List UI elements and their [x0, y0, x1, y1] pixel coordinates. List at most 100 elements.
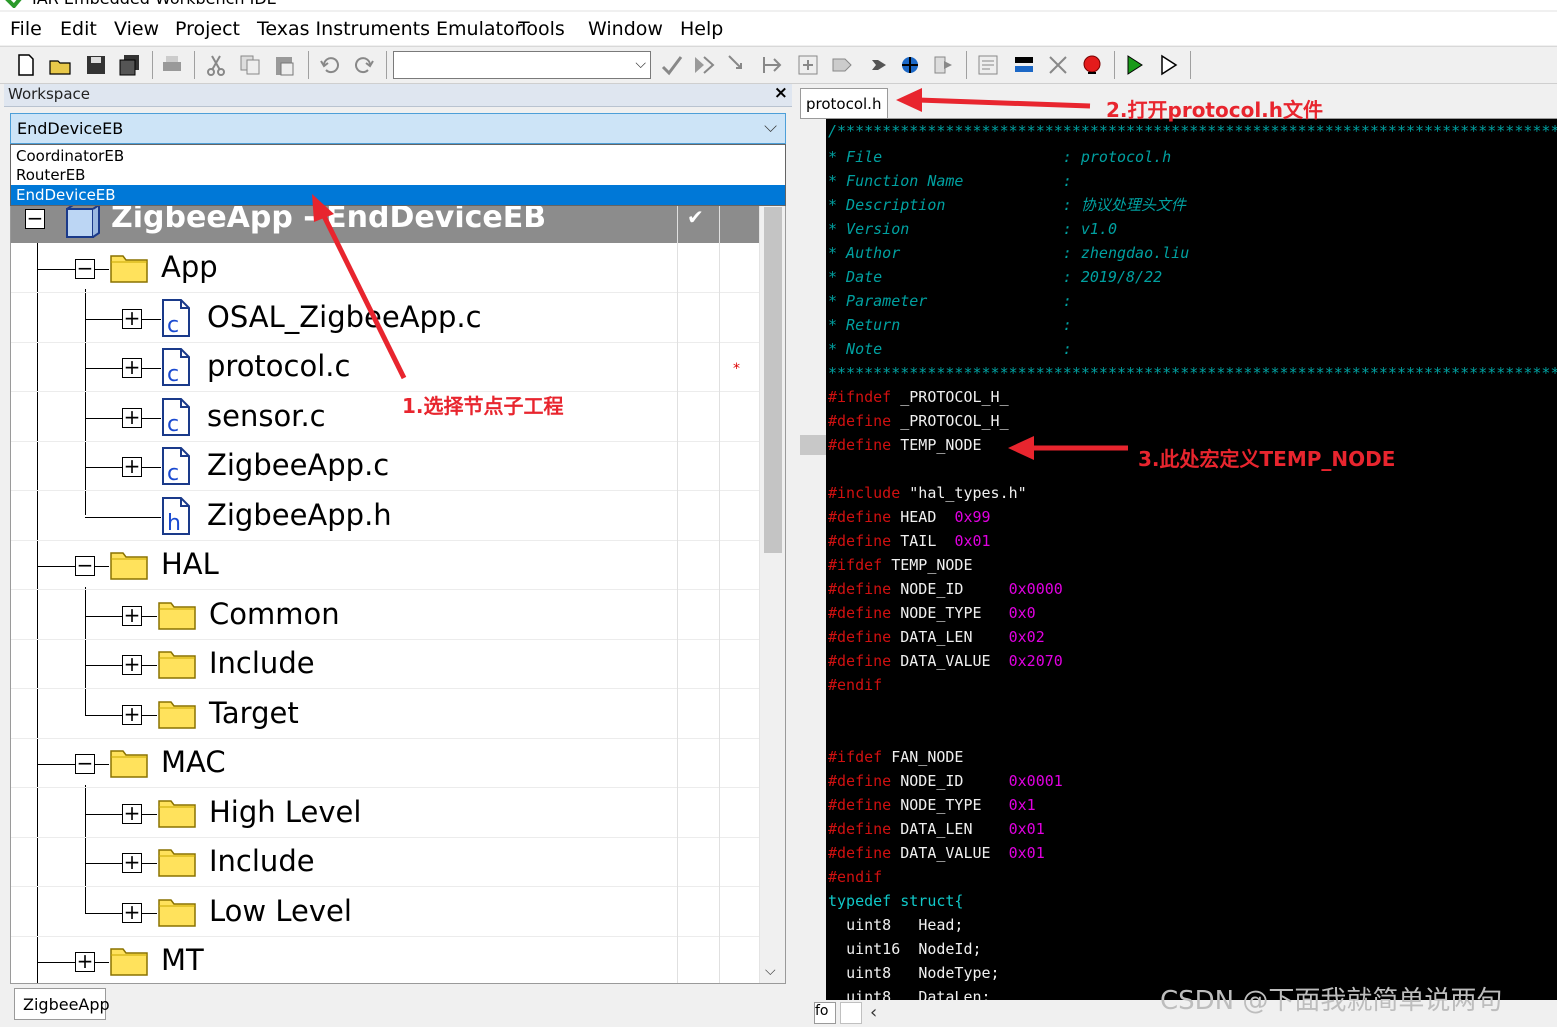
new-file-icon[interactable]: [14, 53, 38, 77]
menu-tools[interactable]: Tools: [518, 18, 565, 40]
save-all-icon[interactable]: [118, 53, 142, 77]
menu-view[interactable]: View: [114, 18, 159, 40]
tree-line: [142, 813, 157, 815]
menu-ti-emulator[interactable]: Texas Instruments Emulator: [257, 18, 522, 40]
file-zigbeeapp-c[interactable]: ZigbeeApp.c: [207, 448, 389, 482]
modified-marker: *: [733, 361, 740, 377]
navigate-icon[interactable]: [760, 53, 784, 77]
expand-icon[interactable]: +: [122, 355, 142, 379]
paste-icon[interactable]: [272, 53, 296, 77]
config-option-coordinator[interactable]: CoordinatorEB: [11, 146, 785, 166]
collapse-icon[interactable]: −: [75, 256, 95, 280]
open-folder-icon[interactable]: [48, 53, 72, 77]
collapse-icon[interactable]: −: [75, 751, 95, 775]
find-combo[interactable]: ⌵: [393, 51, 651, 79]
file-osal-zigbeeapp-c[interactable]: OSAL_ZigbeeApp.c: [207, 300, 482, 334]
svg-text:c: c: [167, 461, 179, 486]
tree-line: [85, 714, 122, 716]
expand-icon[interactable]: +: [122, 454, 142, 478]
print-icon[interactable]: [160, 53, 184, 77]
folder-app[interactable]: App: [161, 250, 218, 284]
code-area[interactable]: /***************************************…: [828, 119, 1557, 1000]
code-line-temp-node-define: #define TEMP_NODE: [828, 436, 982, 454]
save-icon[interactable]: [84, 53, 108, 77]
folder-hal[interactable]: HAL: [161, 547, 219, 581]
cut-icon[interactable]: [204, 53, 228, 77]
code-line: * Description : 协议处理头文件: [828, 196, 1186, 214]
disassembly-icon[interactable]: [976, 53, 1000, 77]
go-icon[interactable]: [1124, 53, 1148, 77]
next-bookmark-icon[interactable]: [692, 53, 716, 77]
toolbar-separator: [308, 51, 309, 79]
expand-icon[interactable]: +: [122, 603, 142, 627]
row-divider: [11, 737, 759, 739]
file-protocol-c[interactable]: protocol.c: [207, 349, 350, 383]
folder-mac[interactable]: MAC: [161, 745, 226, 779]
chevron-down-icon[interactable]: ⌵: [765, 963, 776, 979]
folder-mt[interactable]: MT: [161, 943, 204, 977]
config-option-router[interactable]: RouterEB: [11, 165, 785, 185]
make-icon[interactable]: [830, 53, 854, 77]
expand-icon[interactable]: +: [122, 652, 142, 676]
copy-icon[interactable]: [238, 53, 262, 77]
debug-without-download-icon[interactable]: [932, 53, 956, 77]
menu-window[interactable]: Window: [588, 18, 663, 40]
expand-icon[interactable]: +: [122, 405, 142, 429]
folder-low-level[interactable]: Low Level: [209, 894, 352, 928]
stop-build-icon[interactable]: [864, 53, 888, 77]
expand-icon[interactable]: +: [122, 702, 142, 726]
compile-icon[interactable]: [796, 53, 820, 77]
toolbar-separator: [1114, 51, 1115, 79]
folder-common[interactable]: Common: [209, 597, 340, 631]
toggle-bookmark-icon[interactable]: [660, 53, 684, 77]
tree-line: [95, 962, 109, 963]
config-select[interactable]: EndDeviceEB ⌵: [10, 113, 786, 144]
expand-icon[interactable]: +: [122, 306, 142, 330]
folder-mac-include[interactable]: Include: [209, 844, 315, 878]
chevron-left-icon[interactable]: ‹: [870, 1002, 877, 1023]
collapse-icon[interactable]: −: [25, 206, 45, 230]
folder-target[interactable]: Target: [209, 696, 299, 730]
menu-edit[interactable]: Edit: [60, 18, 97, 40]
code-line: uint8 NodeType;: [846, 964, 1000, 982]
expand-icon[interactable]: +: [122, 900, 142, 924]
tree-scrollbar[interactable]: ⌵: [759, 197, 785, 983]
function-box[interactable]: fo: [814, 1002, 836, 1024]
file-sensor-c[interactable]: sensor.c: [207, 399, 326, 433]
tab-protocol-h[interactable]: protocol.h: [800, 88, 888, 118]
chevron-down-icon[interactable]: ⌵: [635, 56, 646, 72]
config-selected-value: EndDeviceEB: [17, 119, 124, 138]
folder-icon: [110, 552, 148, 580]
c-file-icon: c: [162, 447, 190, 486]
toggle-breakpoint-icon[interactable]: [1080, 53, 1104, 77]
tree-line: [85, 615, 122, 617]
folder-icon: [110, 948, 148, 976]
close-icon[interactable]: ×: [774, 83, 788, 103]
run-to-cursor-icon[interactable]: [1158, 53, 1182, 77]
menu-project[interactable]: Project: [175, 18, 240, 40]
code-line: #define TAIL 0x01: [828, 532, 991, 550]
function-box-secondary[interactable]: [840, 1002, 862, 1024]
expand-icon[interactable]: +: [75, 949, 95, 973]
download-debug-icon[interactable]: [898, 53, 922, 77]
goto-icon[interactable]: [726, 53, 750, 77]
chevron-down-icon[interactable]: ⌵: [764, 117, 777, 137]
menu-help[interactable]: Help: [680, 18, 723, 40]
expand-icon[interactable]: +: [122, 850, 142, 874]
memory-icon[interactable]: [1012, 53, 1036, 77]
menu-file[interactable]: File: [10, 18, 42, 40]
code-editor[interactable]: /***************************************…: [800, 119, 1557, 1000]
folder-hal-include[interactable]: Include: [209, 646, 315, 680]
tree-line: [85, 587, 86, 715]
folder-high-level[interactable]: High Level: [209, 795, 361, 829]
redo-icon[interactable]: [352, 53, 376, 77]
collapse-icon[interactable]: −: [75, 553, 95, 577]
workspace-tab[interactable]: ZigbeeApp: [14, 988, 110, 1020]
config-option-enddevice[interactable]: EndDeviceEB: [11, 185, 785, 205]
undo-icon[interactable]: [318, 53, 342, 77]
file-zigbeeapp-h[interactable]: ZigbeeApp.h: [207, 498, 392, 532]
scrollbar-thumb[interactable]: [764, 207, 782, 553]
breakpoints-icon[interactable]: [1046, 53, 1070, 77]
expand-icon[interactable]: +: [122, 801, 142, 825]
editor-gutter[interactable]: [800, 119, 826, 1000]
